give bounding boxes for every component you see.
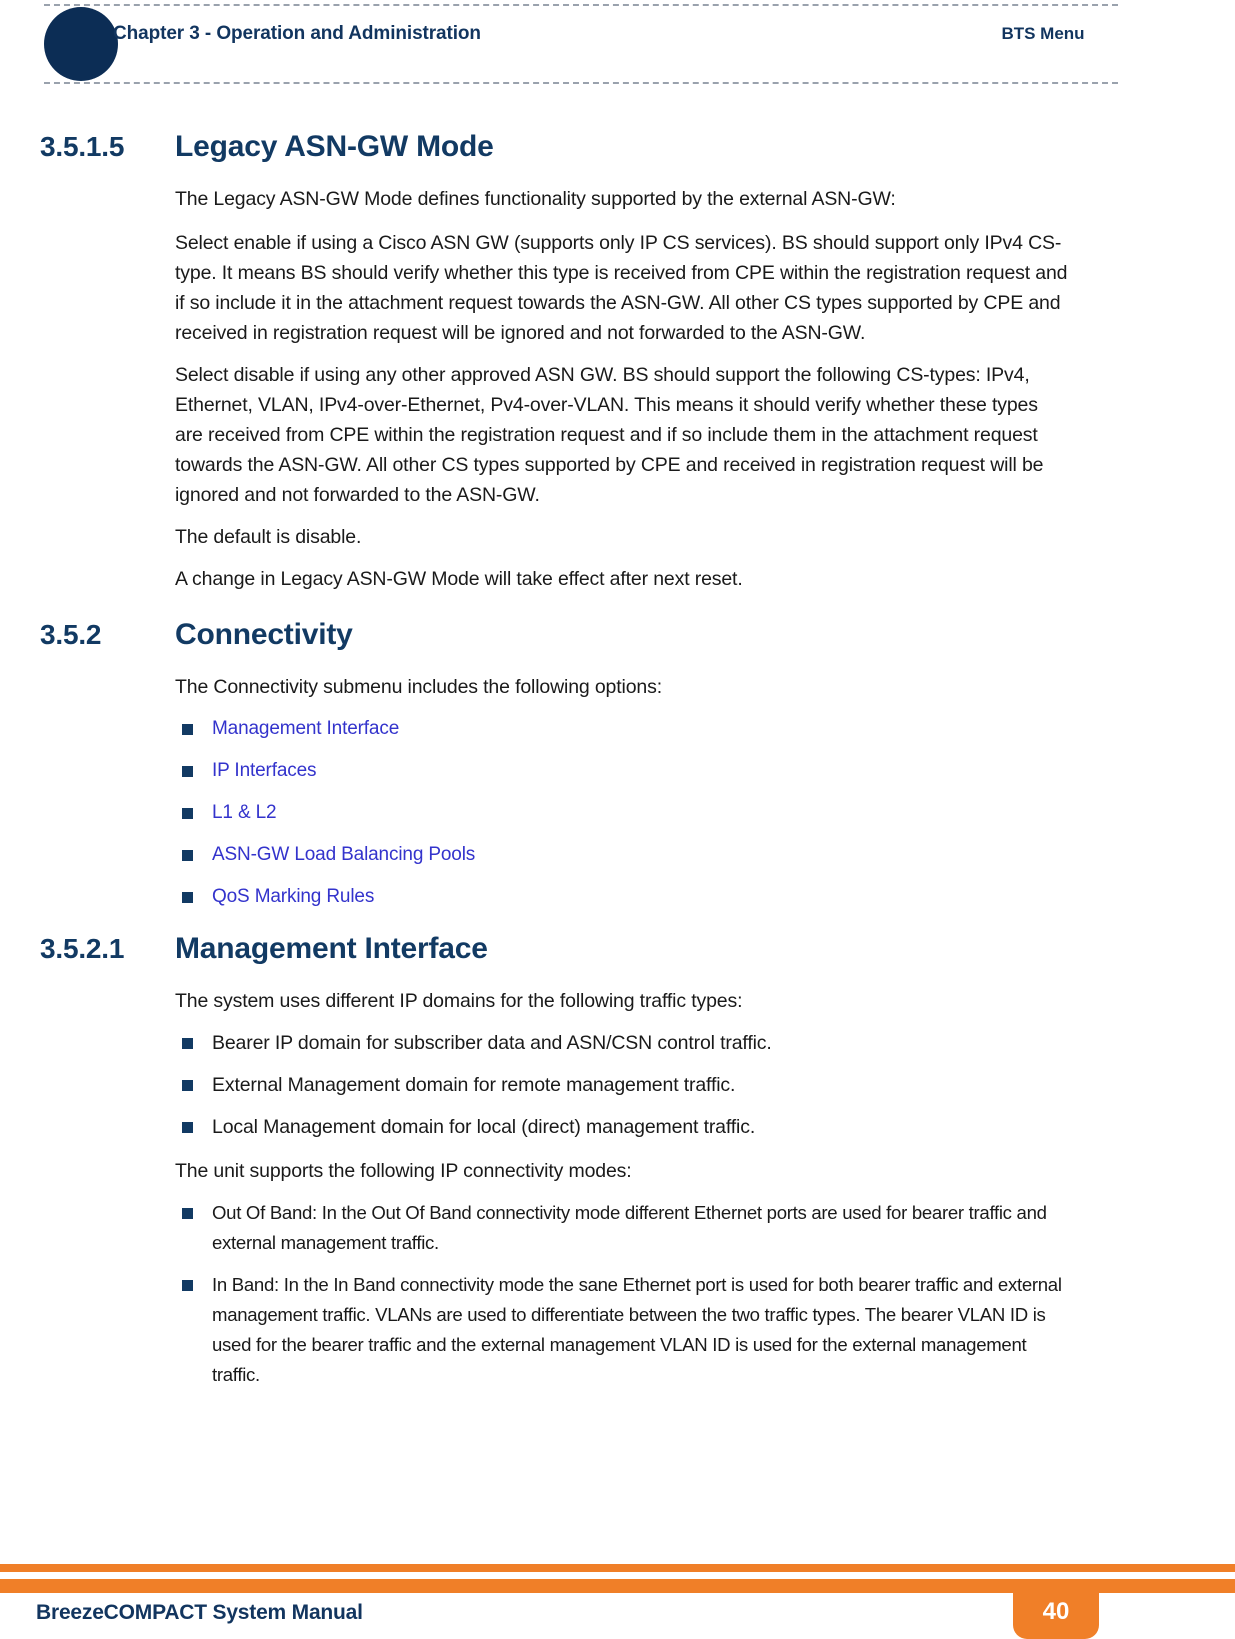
page-content: 3.5.1.5 Legacy ASN-GW Mode The Legacy AS…	[0, 130, 1235, 1390]
header-chapter-title: Chapter 3 - Operation and Administration	[113, 23, 481, 44]
heading-number: 3.5.1.5	[40, 131, 125, 162]
bullet-square-icon	[182, 808, 193, 819]
bullet-square-icon	[182, 850, 193, 861]
link-management-interface[interactable]: Management Interface	[212, 714, 1070, 744]
list-item: Out Of Band: In the Out Of Band connecti…	[182, 1198, 1070, 1258]
heading-title: Management Interface	[175, 932, 488, 965]
heading-title: Connectivity	[175, 618, 353, 651]
list-item[interactable]: IP Interfaces	[182, 756, 1070, 786]
bullet-square-icon	[182, 1080, 193, 1091]
link-ip-interfaces[interactable]: IP Interfaces	[212, 756, 1070, 786]
list-item[interactable]: Management Interface	[182, 714, 1070, 744]
bullet-square-icon	[182, 1280, 193, 1291]
bullet-square-icon	[182, 1208, 193, 1219]
header-divider-top	[44, 4, 1118, 6]
list-item[interactable]: L1 & L2	[182, 798, 1070, 828]
connectivity-modes-list: Out Of Band: In the Out Of Band connecti…	[0, 1198, 1235, 1390]
heading-legacy-asn-gw-mode: 3.5.1.5 Legacy ASN-GW Mode	[0, 130, 1235, 164]
heading-management-interface: 3.5.2.1 Management Interface	[0, 932, 1235, 966]
domain-external-management: External Management domain for remote ma…	[212, 1074, 736, 1096]
header-section-title: BTS Menu	[1001, 24, 1085, 43]
ip-domains-list: Bearer IP domain for subscriber data and…	[0, 1028, 1235, 1142]
domain-local-management: Local Management domain for local (direc…	[212, 1116, 756, 1138]
bullet-square-icon	[182, 892, 193, 903]
list-item[interactable]: QoS Marking Rules	[182, 882, 1070, 912]
heading-title: Legacy ASN-GW Mode	[175, 130, 494, 163]
bullet-square-icon	[182, 766, 193, 777]
bullet-square-icon	[182, 1122, 193, 1133]
header-divider-bottom	[44, 82, 1118, 84]
footer-page-number: 40	[1042, 1598, 1070, 1625]
paragraph-legacy-default: The default is disable.	[175, 526, 362, 548]
list-item: Local Management domain for local (direc…	[182, 1112, 1070, 1142]
list-item: External Management domain for remote ma…	[182, 1070, 1070, 1100]
paragraph-ip-domains-intro: The system uses different IP domains for…	[175, 990, 743, 1012]
footer-accent-bar-top	[0, 1564, 1235, 1572]
paragraph-connectivity-intro: The Connectivity submenu includes the fo…	[175, 676, 662, 698]
paragraph-legacy-intro: The Legacy ASN-GW Mode defines functiona…	[175, 188, 896, 210]
paragraph-legacy-disable: Select disable if using any other approv…	[175, 364, 1044, 506]
footer-page-number-tab: 40	[1013, 1589, 1099, 1639]
mode-in-band: In Band: In the In Band connectivity mod…	[212, 1274, 1062, 1385]
paragraph-legacy-enable: Select enable if using a Cisco ASN GW (s…	[175, 232, 1068, 344]
heading-number: 3.5.2	[40, 619, 102, 650]
link-asn-gw-load-balancing-pools[interactable]: ASN-GW Load Balancing Pools	[212, 840, 1070, 870]
paragraph-legacy-reset: A change in Legacy ASN-GW Mode will take…	[175, 568, 743, 590]
link-qos-marking-rules[interactable]: QoS Marking Rules	[212, 882, 1070, 912]
heading-connectivity: 3.5.2 Connectivity	[0, 618, 1235, 652]
link-l1-l2[interactable]: L1 & L2	[212, 798, 1070, 828]
paragraph-connectivity-modes-intro: The unit supports the following IP conne…	[175, 1160, 632, 1182]
bullet-square-icon	[182, 1038, 193, 1049]
list-item: In Band: In the In Band connectivity mod…	[182, 1270, 1070, 1390]
connectivity-options-list: Management Interface IP Interfaces L1 & …	[0, 714, 1235, 912]
mode-out-of-band: Out Of Band: In the Out Of Band connecti…	[212, 1202, 1047, 1253]
header-logo-circle-icon	[44, 7, 118, 81]
page-footer: BreezeCOMPACT System Manual 40	[0, 1529, 1235, 1639]
bullet-square-icon	[182, 724, 193, 735]
footer-manual-title: BreezeCOMPACT System Manual	[36, 1601, 363, 1624]
domain-bearer-ip: Bearer IP domain for subscriber data and…	[212, 1032, 772, 1054]
list-item[interactable]: ASN-GW Load Balancing Pools	[182, 840, 1070, 870]
page-header: Chapter 3 - Operation and Administration…	[0, 0, 1235, 92]
heading-number: 3.5.2.1	[40, 933, 125, 964]
list-item: Bearer IP domain for subscriber data and…	[182, 1028, 1070, 1058]
